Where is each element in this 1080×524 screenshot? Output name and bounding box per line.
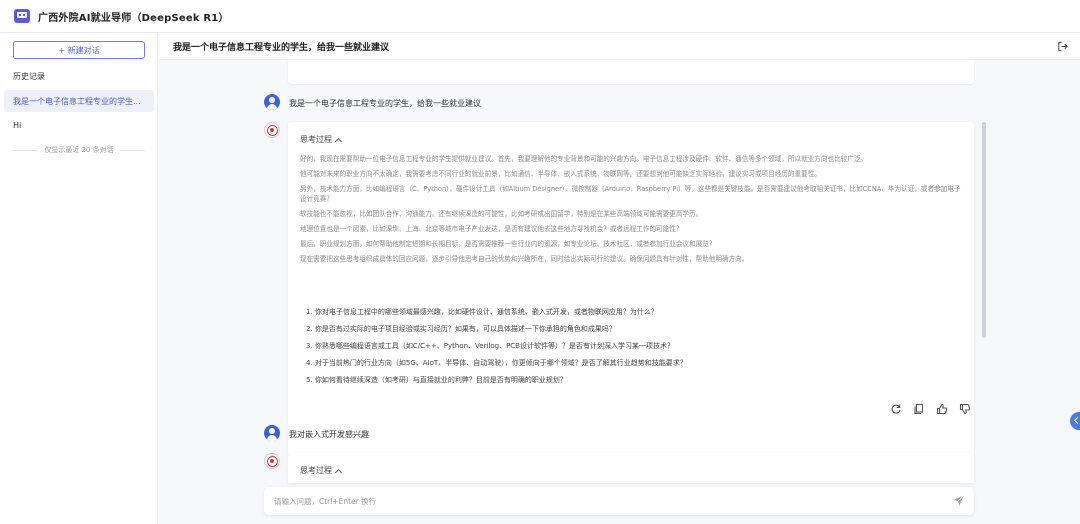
chevron-up-icon (334, 468, 343, 476)
scrollbar-thumb[interactable] (982, 122, 986, 338)
collapse-panel-tab[interactable] (1070, 412, 1080, 430)
previous-message-card (288, 60, 974, 84)
thinking-paragraph: 现在需要把这些思考组织成具体的回应问题，逐步引导他思考自己的优势和兴趣所在，同时… (300, 254, 749, 263)
thinking-toggle-label: 思考过程 (300, 135, 332, 144)
thinking-paragraph: 好的，我现在需要帮助一位电子信息工程专业的学生提供就业建议。首先，我要理解他的专… (300, 155, 868, 163)
school-seal-icon (266, 455, 278, 467)
history-heading: 历史记录 (13, 72, 45, 81)
list-item: 1. 你对电子信息工程中的哪些领域最感兴趣，比如硬件设计、通信系统、嵌入式开发，… (306, 308, 658, 316)
divider (13, 149, 39, 151)
chevron-up-icon (334, 137, 343, 145)
app-title: 广西外院AI就业导师（DeepSeek R1） (38, 12, 229, 24)
history-item-hi[interactable]: Hi (4, 114, 154, 136)
thinking-content: 好的，我现在需要帮助一位电子信息工程专业的学生提供就业建议。首先，我要理解他的专… (300, 155, 966, 270)
bot-avatar (264, 453, 280, 469)
user-message: 我是一个电子信息工程专业的学生，给我一些就业建议 (289, 99, 481, 108)
list-item: 3. 你熟悉哪些编程语言或工具（如C/C++、Python、Verilog、PC… (306, 342, 674, 350)
app-topbar: 广西外院AI就业导师（DeepSeek R1） (0, 0, 1080, 33)
bot-avatar (264, 122, 280, 138)
logout-icon[interactable] (1057, 41, 1068, 52)
chat-area: 我是一个电子信息工程专业的学生，给我一些就业建议 思考过程 好的，我现在需要帮助… (159, 60, 1080, 524)
chat-scrollbar[interactable] (982, 122, 986, 438)
message-actions (889, 402, 972, 416)
user-avatar (264, 94, 280, 110)
message-input-box (264, 487, 974, 515)
list-item: 5. 你如何看待继续深造（如考研）与直接就业的利弊？目前是否有明确的职业规划？ (306, 376, 567, 384)
school-seal-icon (266, 124, 278, 136)
send-icon[interactable] (952, 494, 965, 507)
page-title: 我是一个电子信息工程专业的学生，给我一些就业建议 (173, 42, 390, 53)
thinking-paragraph: 软技能也不能忽视，比如团队合作、沟通能力。还有继续深造的可能性，比如考研或出国留… (300, 209, 703, 218)
thinking-paragraph: 他可能对未来的职业方向不太确定，我需要考虑不同行业的就业前景，比如通信、半导体、… (300, 170, 821, 178)
history-limit-text: 仅显示最近 20 条对话 (44, 146, 114, 154)
history-item-active[interactable]: 我是一个电子信息工程专业的学生... (4, 90, 154, 112)
thinking-paragraph: 另外，技术能力方面，比如编程语言（C、Python）、硬件设计工具（如Altiu… (300, 185, 961, 203)
bot-response-card: 思考过程 好的，我现在需要帮助一位电子信息工程专业的学生提供就业建议。首先，我要… (288, 122, 974, 457)
sidebar: + 新建对话 历史记录 我是一个电子信息工程专业的学生... Hi 仅显示最近 … (0, 33, 158, 524)
thumbs-up-icon[interactable] (935, 402, 949, 416)
copy-icon[interactable] (912, 402, 926, 416)
divider (119, 149, 146, 151)
history-limit-note: 仅显示最近 20 条对话 (13, 145, 146, 155)
refresh-icon[interactable] (889, 402, 903, 416)
new-chat-button[interactable]: + 新建对话 (13, 41, 145, 59)
message-input[interactable] (274, 493, 934, 509)
chat-bot-logo-icon (14, 9, 30, 23)
thinking-toggle-label: 思考过程 (300, 466, 332, 475)
thumbs-down-icon[interactable] (958, 402, 972, 416)
thinking-paragraph: 最后，职业规划方面，如何帮助他制定短期和长期目标，是否需要推荐一些行业内的资源，… (300, 239, 716, 248)
thinking-toggle[interactable]: 思考过程 (300, 134, 343, 145)
question-list: 1. 你对电子信息工程中的哪些领域最感兴趣，比如硬件设计、通信系统、嵌入式开发，… (306, 304, 966, 389)
chat-header: 我是一个电子信息工程专业的学生，给我一些就业建议 (159, 33, 1080, 60)
thinking-paragraph: 地理位置也是一个因素，比如深圳、上海、北京等城市电子产业发达，是否有建议他去这些… (300, 224, 683, 233)
user-message: 我对嵌入式开发感兴趣 (289, 430, 369, 439)
list-item: 2. 你是否有过实际的电子项目经验或实习经历？如果有，可以具体描述一下你承担的角… (306, 325, 616, 333)
thinking-toggle[interactable]: 思考过程 (300, 465, 343, 476)
user-avatar (264, 425, 280, 441)
list-item: 4. 对于当前热门的行业方向（如5G、AIoT、半导体、自动驾驶），你更倾向于哪… (306, 359, 687, 367)
bot-response-card: 思考过程 (288, 453, 974, 483)
